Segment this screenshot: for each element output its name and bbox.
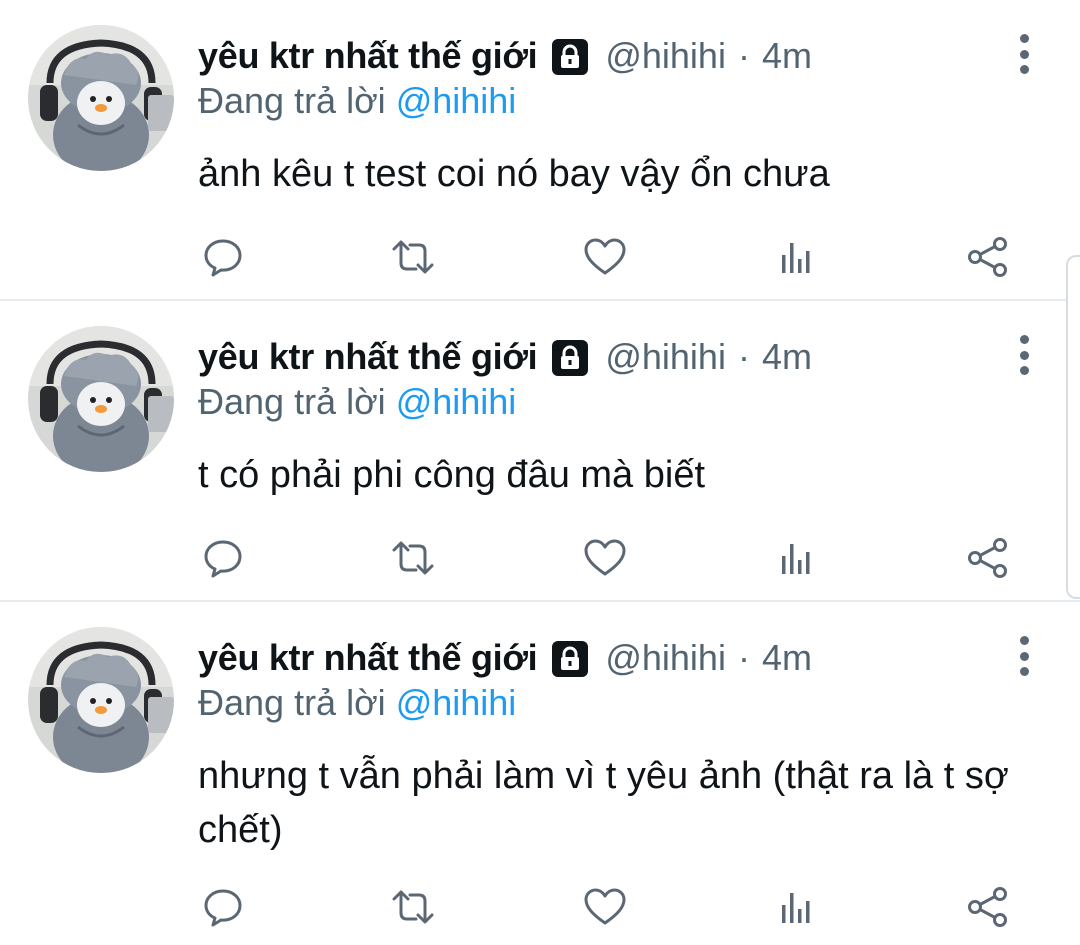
share-icon <box>968 887 1007 927</box>
more-options-button[interactable] <box>1012 335 1036 375</box>
more-vertical-icon <box>1019 335 1029 344</box>
tweet-text: nhưng t vẫn phải làm vì t yêu ảnh (thật … <box>198 755 1009 851</box>
reply-prefix: Đang trả lời <box>198 381 386 422</box>
retweet-icon <box>392 890 434 924</box>
reply-to-handle[interactable]: @hihihi <box>396 682 517 723</box>
analytics-bars-icon <box>782 893 810 923</box>
analytics-button[interactable] <box>771 232 821 282</box>
more-dot <box>1019 350 1029 360</box>
reply-context: Đang trả lời @hihihi <box>198 682 516 724</box>
reply-button[interactable] <box>198 533 248 583</box>
tweet-text: t có phải phi công đâu mà biết <box>198 454 706 496</box>
reply-prefix: Đang trả lời <box>198 682 386 723</box>
share-icon <box>968 237 1007 277</box>
analytics-bars-icon <box>782 544 810 574</box>
user-handle[interactable]: @hihihi <box>605 637 726 679</box>
share-icon <box>968 538 1007 578</box>
analytics-bars-icon <box>782 243 810 273</box>
heart-icon <box>584 238 626 275</box>
tweet-item[interactable]: yêu ktr nhất thế giới @hihihi · 4m Đang … <box>0 0 1080 300</box>
like-button[interactable] <box>580 533 630 583</box>
user-handle[interactable]: @hihihi <box>605 35 726 77</box>
retweet-icon <box>392 541 434 575</box>
reply-to-handle[interactable]: @hihihi <box>396 80 517 121</box>
tweet-text: ảnh kêu t test coi nó bay vậy ổn chưa <box>198 153 830 195</box>
more-options-button[interactable] <box>1012 34 1036 74</box>
reply-context: Đang trả lời @hihihi <box>198 381 516 423</box>
more-vertical-icon <box>1019 34 1029 43</box>
lock-icon <box>549 637 591 679</box>
more-vertical-icon <box>1019 636 1029 645</box>
tweet-actions <box>198 882 1018 932</box>
reply-button[interactable] <box>198 882 248 932</box>
like-button[interactable] <box>580 232 630 282</box>
retweet-button[interactable] <box>388 882 438 932</box>
more-options-button[interactable] <box>1012 636 1036 676</box>
heart-icon <box>584 539 626 576</box>
timestamp[interactable]: 4m <box>762 336 812 378</box>
more-dot <box>1019 49 1029 59</box>
display-name[interactable]: yêu ktr nhất thế giới <box>198 35 538 77</box>
retweet-button[interactable] <box>388 232 438 282</box>
more-dot <box>1019 366 1029 375</box>
lock-icon <box>549 35 591 77</box>
reply-button[interactable] <box>198 232 248 282</box>
separator-dot: · <box>737 35 750 76</box>
more-dot <box>1019 65 1029 74</box>
more-dot <box>1019 651 1029 661</box>
tweet-item[interactable]: yêu ktr nhất thế giới @hihihi · 4m Đang … <box>0 602 1080 945</box>
display-name[interactable]: yêu ktr nhất thế giới <box>198 336 538 378</box>
analytics-button[interactable] <box>771 533 821 583</box>
share-button[interactable] <box>963 882 1013 932</box>
timestamp[interactable]: 4m <box>762 35 812 77</box>
reply-bubble-icon <box>204 239 242 277</box>
separator-dot: · <box>737 336 750 377</box>
reply-bubble-icon <box>204 540 242 578</box>
reply-context: Đang trả lời @hihihi <box>198 80 516 122</box>
share-button[interactable] <box>963 232 1013 282</box>
user-handle[interactable]: @hihihi <box>605 336 726 378</box>
reply-to-handle[interactable]: @hihihi <box>396 381 517 422</box>
retweet-button[interactable] <box>388 533 438 583</box>
heart-icon <box>584 888 626 925</box>
tweet-actions <box>198 533 1018 583</box>
scrollbar[interactable] <box>1066 255 1080 599</box>
tweet-item[interactable]: yêu ktr nhất thế giới @hihihi · 4m Đang … <box>0 301 1080 601</box>
tweet-header: yêu ktr nhất thế giới @hihihi · 4m <box>198 331 812 383</box>
share-button[interactable] <box>963 533 1013 583</box>
avatar[interactable] <box>28 326 174 472</box>
display-name[interactable]: yêu ktr nhất thế giới <box>198 637 538 679</box>
tweet-actions <box>198 232 1018 282</box>
separator-dot: · <box>737 637 750 678</box>
tweet-header: yêu ktr nhất thế giới @hihihi · 4m <box>198 632 812 684</box>
analytics-button[interactable] <box>771 882 821 932</box>
like-button[interactable] <box>580 882 630 932</box>
tweet-header: yêu ktr nhất thế giới @hihihi · 4m <box>198 30 812 82</box>
reply-prefix: Đang trả lời <box>198 80 386 121</box>
avatar[interactable] <box>28 627 174 773</box>
reply-bubble-icon <box>204 889 242 927</box>
retweet-icon <box>392 240 434 274</box>
more-dot <box>1019 667 1029 676</box>
timestamp[interactable]: 4m <box>762 637 812 679</box>
lock-icon <box>549 336 591 378</box>
avatar[interactable] <box>28 25 174 171</box>
